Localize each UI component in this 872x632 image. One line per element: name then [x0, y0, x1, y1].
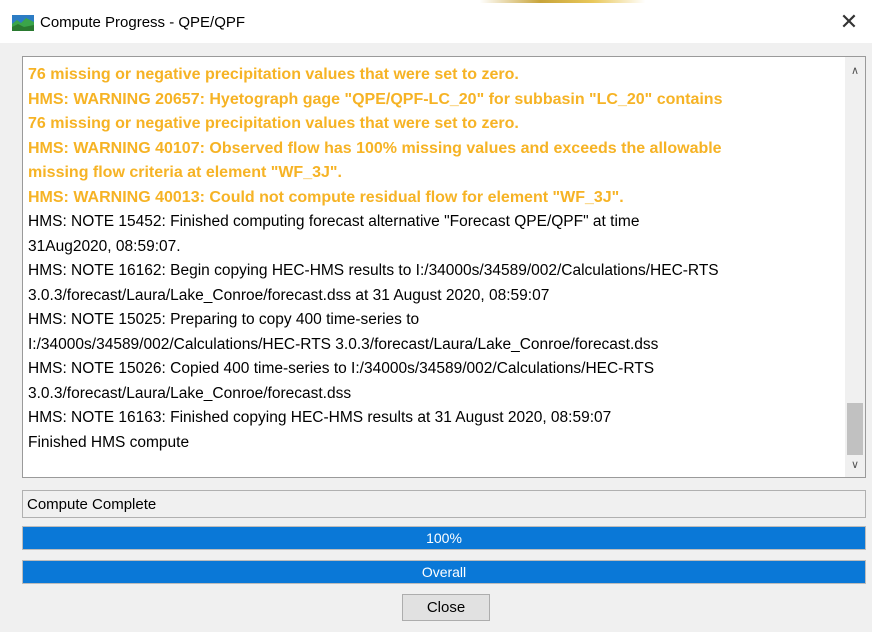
log-line-warning: 76 missing or negative precipitation val… — [28, 115, 519, 132]
scroll-up-arrow-icon[interactable]: ∧ — [845, 61, 865, 81]
log-line-note: Finished HMS compute — [28, 433, 190, 451]
task-progress-label: 100% — [426, 530, 462, 546]
status-field: Compute Complete — [22, 490, 866, 518]
compute-log[interactable]: 76 missing or negative precipitation val… — [22, 56, 866, 478]
close-button[interactable]: Close — [402, 594, 490, 621]
log-line-note: HMS: NOTE 15025: Preparing to copy 400 t… — [28, 311, 420, 328]
title-bar[interactable]: Compute Progress - QPE/QPF ✕ — [0, 3, 872, 43]
log-line-note: HMS: NOTE 16163: Finished copying HEC-HM… — [28, 409, 612, 426]
task-progress-bar: 100% — [22, 526, 866, 550]
hec-app-icon — [12, 15, 34, 31]
log-line-warning: missing flow criteria at element "WF_3J"… — [28, 164, 342, 181]
log-line-note: 3.0.3/forecast/Laura/Lake_Conroe/forecas… — [28, 286, 550, 304]
log-lines: 76 missing or negative precipitation val… — [28, 63, 842, 455]
compute-progress-window: Compute Progress - QPE/QPF ✕ 76 missing … — [0, 0, 872, 632]
overall-progress-label: Overall — [421, 564, 467, 580]
log-line-note: HMS: NOTE 15026: Copied 400 time-series … — [28, 360, 655, 377]
log-line-note: 3.0.3/forecast/Laura/Lake_Conroe/forecas… — [28, 384, 352, 402]
log-line-warning: HMS: WARNING 40013: Could not compute re… — [28, 188, 624, 206]
status-text: Compute Complete — [27, 496, 157, 513]
log-line-warning: HMS: WARNING 20657: Hyetograph gage "QPE… — [28, 90, 723, 108]
window-title: Compute Progress - QPE/QPF — [40, 14, 246, 31]
log-line-note: I:/34000s/34589/002/Calculations/HEC-RTS… — [28, 335, 659, 353]
log-line-note: HMS: NOTE 16162: Begin copying HEC-HMS r… — [28, 262, 719, 279]
log-line-note: HMS: NOTE 15452: Finished computing fore… — [28, 213, 640, 230]
scrollbar-thumb[interactable] — [847, 403, 863, 455]
log-scrollbar[interactable]: ∧ ∨ — [845, 57, 865, 477]
log-line-warning: 76 missing or negative precipitation val… — [28, 66, 519, 83]
log-line-note: 31Aug2020, 08:59:07. — [28, 237, 181, 255]
log-line-warning: HMS: WARNING 40107: Observed flow has 10… — [28, 139, 722, 157]
window-close-icon[interactable]: ✕ — [836, 9, 862, 35]
overall-progress-bar: Overall — [22, 560, 866, 584]
scroll-down-arrow-icon[interactable]: ∨ — [845, 455, 865, 475]
